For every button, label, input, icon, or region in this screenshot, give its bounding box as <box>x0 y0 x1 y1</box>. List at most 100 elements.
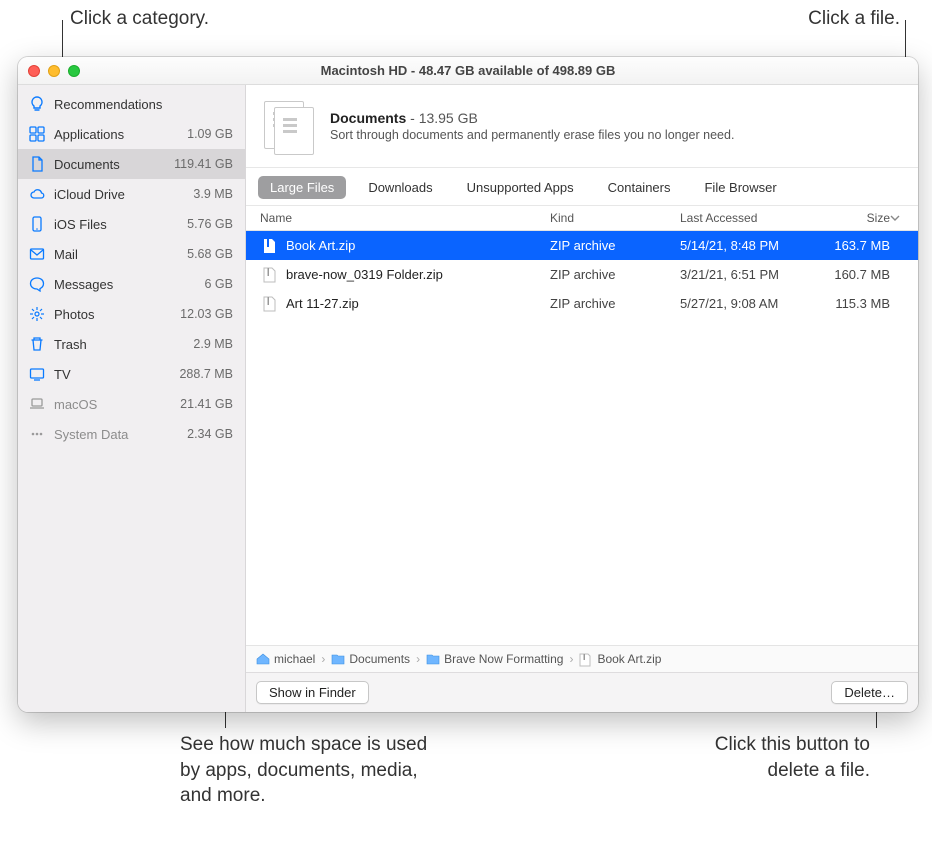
photos-icon <box>28 305 46 323</box>
chevron-right-icon: › <box>321 652 325 666</box>
path-segment[interactable]: michael <box>256 652 315 666</box>
cloud-icon <box>28 185 46 203</box>
bottom-bar: Show in Finder Delete… <box>246 672 918 712</box>
path-segment[interactable]: Brave Now Formatting <box>426 652 563 666</box>
column-name[interactable]: Name <box>260 211 550 225</box>
callout-category: Click a category. <box>70 6 209 32</box>
callout-line <box>876 710 877 728</box>
sidebar-item-messages[interactable]: Messages 6 GB <box>18 269 245 299</box>
tv-icon <box>28 365 46 383</box>
laptop-icon <box>28 395 46 413</box>
storage-management-window: Macintosh HD - 48.47 GB available of 498… <box>18 57 918 712</box>
sidebar-item-size: 288.7 MB <box>179 367 233 381</box>
sidebar-item-label: Mail <box>54 247 181 262</box>
sidebar-item-label: iOS Files <box>54 217 181 232</box>
trash-icon <box>28 335 46 353</box>
zip-icon <box>260 295 278 313</box>
sidebar-item-ios-files[interactable]: iOS Files 5.76 GB <box>18 209 245 239</box>
mail-icon <box>28 245 46 263</box>
sidebar-item-size: 5.76 GB <box>187 217 233 231</box>
sidebar-item-label: macOS <box>54 397 174 412</box>
path-bar: michael › Documents › Brave Now Formatting › B… <box>246 645 918 672</box>
sidebar-item-size: 21.41 GB <box>180 397 233 411</box>
sidebar-item-trash[interactable]: Trash2.9 MB <box>18 329 245 359</box>
apps-icon <box>28 125 46 143</box>
file-row[interactable]: Art 11-27.zipZIP archive5/27/21, 9:08 AM… <box>246 289 918 318</box>
path-label: Brave Now Formatting <box>444 652 563 666</box>
delete-button[interactable]: Delete… <box>831 681 908 704</box>
file-last-accessed: 5/14/21, 8:48 PM <box>680 238 815 253</box>
file-kind: ZIP archive <box>550 267 680 282</box>
home-icon <box>256 653 270 665</box>
titlebar: Macintosh HD - 48.47 GB available of 498… <box>18 57 918 85</box>
sidebar-item-recommendations[interactable]: Recommendations <box>18 89 245 119</box>
chevron-right-icon: › <box>416 652 420 666</box>
file-row[interactable]: brave-now_0319 Folder.zipZIP archive3/21… <box>246 260 918 289</box>
sidebar-item-applications[interactable]: Applications1.09 GB <box>18 119 245 149</box>
callout-space: See how much space is used by apps, docu… <box>180 732 440 809</box>
file-size: 115.3 MB <box>815 296 890 311</box>
path-segment[interactable]: Documents <box>331 652 410 666</box>
column-kind[interactable]: Kind <box>550 211 680 225</box>
document-icon <box>28 155 46 173</box>
header-separator: - <box>406 110 418 126</box>
show-in-finder-button[interactable]: Show in Finder <box>256 681 369 704</box>
path-label: Documents <box>349 652 410 666</box>
path-label: Book Art.zip <box>597 652 661 666</box>
path-label: michael <box>274 652 315 666</box>
header-size: 13.95 GB <box>419 110 478 126</box>
file-list: Book Art.zipZIP archive5/14/21, 8:48 PM1… <box>246 231 918 645</box>
sidebar-item-system-data[interactable]: System Data2.34 GB <box>18 419 245 449</box>
folder-icon <box>426 653 440 665</box>
path-segment[interactable]: Book Art.zip <box>579 652 661 666</box>
main-panel: Documents - 13.95 GB Sort through docume… <box>246 85 918 712</box>
column-last-accessed[interactable]: Last Accessed <box>680 211 815 225</box>
documents-header: Documents - 13.95 GB Sort through docume… <box>246 85 918 168</box>
callout-delete: Click this button to delete a file. <box>660 732 870 783</box>
file-name: brave-now_0319 Folder.zip <box>286 267 550 282</box>
tab-file-browser[interactable]: File Browser <box>692 176 788 199</box>
sidebar-item-tv[interactable]: TV 288.7 MB <box>18 359 245 389</box>
window-title: Macintosh HD - 48.47 GB available of 498… <box>18 63 918 78</box>
header-title: Documents <box>330 110 406 126</box>
callout-file: Click a file. <box>808 6 900 32</box>
sidebar-item-label: Documents <box>54 157 168 172</box>
sidebar-item-label: System Data <box>54 427 181 442</box>
tabs: Large Files Downloads Unsupported Apps Cont… <box>246 168 918 206</box>
sidebar-item-size: 3.9 MB <box>193 187 233 201</box>
zip-icon <box>260 266 278 284</box>
file-last-accessed: 3/21/21, 6:51 PM <box>680 267 815 282</box>
chevron-right-icon: › <box>569 652 573 666</box>
column-size[interactable]: Size <box>815 211 890 225</box>
sidebar-item-mail[interactable]: Mail 5.68 GB <box>18 239 245 269</box>
zip-icon <box>579 653 593 665</box>
sidebar-item-size: 119.41 GB <box>174 157 233 171</box>
sidebar-item-label: Messages <box>54 277 199 292</box>
file-size: 160.7 MB <box>815 267 890 282</box>
sidebar-item-label: TV <box>54 367 173 382</box>
file-last-accessed: 5/27/21, 9:08 AM <box>680 296 815 311</box>
folder-icon <box>331 653 345 665</box>
message-icon <box>28 275 46 293</box>
sidebar: RecommendationsApplications1.09 GBDocume… <box>18 85 246 712</box>
sidebar-item-label: iCloud Drive <box>54 187 187 202</box>
sidebar-item-photos[interactable]: Photos12.03 GB <box>18 299 245 329</box>
sidebar-item-label: Photos <box>54 307 174 322</box>
sidebar-item-label: Recommendations <box>54 97 233 112</box>
sidebar-item-documents[interactable]: Documents 119.41 GB <box>18 149 245 179</box>
sidebar-item-macos[interactable]: macOS 21.41 GB <box>18 389 245 419</box>
tab-containers[interactable]: Containers <box>596 176 683 199</box>
sidebar-item-label: Trash <box>54 337 187 352</box>
tab-downloads[interactable]: Downloads <box>356 176 444 199</box>
column-menu-icon[interactable] <box>890 213 908 223</box>
file-name: Art 11-27.zip <box>286 296 550 311</box>
file-kind: ZIP archive <box>550 238 680 253</box>
sidebar-item-icloud-drive[interactable]: iCloud Drive 3.9 MB <box>18 179 245 209</box>
sidebar-item-size: 5.68 GB <box>187 247 233 261</box>
sidebar-item-size: 6 GB <box>205 277 234 291</box>
documents-icon <box>260 97 318 155</box>
tab-large-files[interactable]: Large Files <box>258 176 346 199</box>
file-row[interactable]: Book Art.zipZIP archive5/14/21, 8:48 PM1… <box>246 231 918 260</box>
phone-icon <box>28 215 46 233</box>
tab-unsupported-apps[interactable]: Unsupported Apps <box>455 176 586 199</box>
